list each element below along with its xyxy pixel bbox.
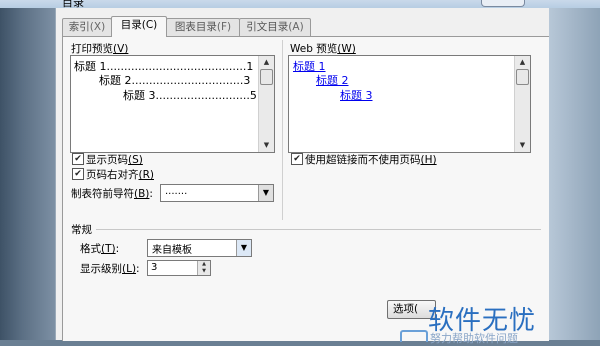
- tab-leader-select[interactable]: ....... ▼: [160, 184, 274, 202]
- scroll-down-icon[interactable]: ▼: [515, 139, 530, 152]
- use-hyperlinks-checkbox[interactable]: ✔: [291, 153, 303, 165]
- general-divider: [96, 229, 541, 230]
- scroll-thumb[interactable]: [516, 69, 529, 85]
- scroll-down-icon[interactable]: ▼: [259, 139, 274, 152]
- watermark-sub: 努力帮助软件问题: [430, 332, 518, 345]
- tab-leader-value: .......: [165, 186, 188, 197]
- tab-shortcut: (F): [216, 21, 232, 33]
- tab-shortcut: (A): [288, 21, 304, 33]
- watermark-logo: [400, 330, 428, 342]
- spin-up-icon[interactable]: ▲: [198, 261, 210, 268]
- tab-label: 引文目录: [246, 21, 289, 33]
- show-page-numbers-checkbox[interactable]: ✔: [72, 153, 84, 165]
- print-preview-line: 标题 3...........................5: [123, 89, 257, 102]
- web-preview-scrollbar[interactable]: ▲ ▼: [514, 56, 530, 152]
- scroll-up-icon[interactable]: ▲: [515, 56, 530, 69]
- close-button[interactable]: [481, 0, 525, 7]
- format-select[interactable]: 来自模板 ▼: [147, 239, 252, 257]
- web-preview-link[interactable]: 标题 2: [316, 72, 349, 88]
- print-preview-line: 标题 2................................3: [99, 74, 251, 87]
- tab-shortcut: (X): [89, 21, 106, 33]
- site-watermark: 软件无忧 努力帮助软件问题: [400, 304, 600, 345]
- use-hyperlinks-label: 使用超链接而不使用页码(H): [305, 154, 437, 166]
- tab-leader-label: 制表符前导符(B):: [71, 188, 153, 200]
- tab-label: 目录: [120, 19, 142, 31]
- web-preview-box: 标题 1 标题 2 标题 3 ▲ ▼: [288, 55, 531, 153]
- tab-toc[interactable]: 目录(C): [111, 16, 167, 37]
- print-preview-label: 打印预览(V): [71, 43, 129, 55]
- tab-table-of-authorities[interactable]: 引文目录(A): [239, 18, 311, 36]
- levels-spinner[interactable]: 3 ▲ ▼: [147, 260, 211, 276]
- scroll-thumb[interactable]: [260, 69, 273, 85]
- tab-shortcut: (C): [141, 19, 158, 31]
- print-preview-scrollbar[interactable]: ▲ ▼: [258, 56, 274, 152]
- print-preview-box: 标题 1....................................…: [70, 55, 275, 153]
- scroll-up-icon[interactable]: ▲: [259, 56, 274, 69]
- format-value: 来自模板: [152, 245, 192, 256]
- general-heading: 常规: [71, 224, 92, 236]
- chevron-down-icon[interactable]: ▼: [236, 240, 251, 256]
- chevron-down-icon[interactable]: ▼: [258, 185, 273, 201]
- web-preview-link[interactable]: 标题 3: [340, 87, 373, 103]
- background-window-right: [548, 8, 600, 340]
- levels-value: 3: [151, 262, 158, 273]
- spin-down-icon[interactable]: ▼: [198, 268, 210, 275]
- show-page-numbers-label: 显示页码(S): [86, 154, 143, 166]
- right-align-checkbox[interactable]: ✔: [72, 168, 84, 180]
- background-window: [0, 8, 55, 340]
- web-preview-label: Web 预览(W): [290, 43, 356, 55]
- right-align-label: 页码右对齐(R): [86, 169, 154, 181]
- format-label: 格式(T):: [80, 243, 120, 255]
- tab-label: 索引: [68, 21, 90, 33]
- tab-table-of-figures[interactable]: 图表目录(F): [166, 18, 240, 36]
- column-divider: [282, 40, 283, 220]
- spinner-buttons[interactable]: ▲ ▼: [197, 261, 210, 275]
- levels-label: 显示级别(L):: [80, 263, 140, 275]
- tab-label: 图表目录: [174, 21, 217, 33]
- tab-index[interactable]: 索引(X): [62, 18, 112, 36]
